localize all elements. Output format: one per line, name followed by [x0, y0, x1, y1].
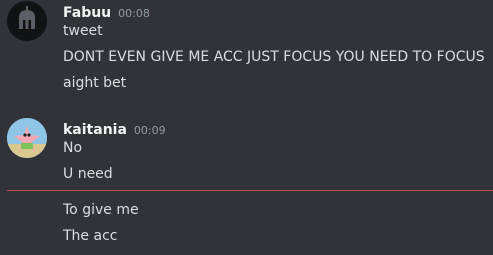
- message-text: tweet: [63, 23, 103, 39]
- message-text: No: [63, 140, 83, 156]
- timestamp: 00:08: [118, 7, 150, 20]
- avatar[interactable]: [7, 1, 47, 41]
- message-text: The acc: [63, 228, 118, 244]
- new-messages-divider: [7, 190, 493, 191]
- patrick-star-avatar: [7, 118, 47, 158]
- username[interactable]: Fabuu: [63, 5, 111, 21]
- message-text: DONT EVEN GIVE ME ACC JUST FOCUS YOU NEE…: [63, 49, 485, 65]
- message-header: Fabuu 00:08: [63, 2, 150, 21]
- avatar[interactable]: [7, 118, 47, 158]
- username[interactable]: kaitania: [63, 122, 127, 138]
- message-text: U need: [63, 166, 113, 182]
- message-text: To give me: [63, 202, 139, 218]
- message-text: aight bet: [63, 75, 127, 91]
- message-header: kaitania 00:09: [63, 119, 166, 138]
- timestamp: 00:09: [133, 124, 166, 137]
- spartan-helmet-icon: [7, 1, 47, 41]
